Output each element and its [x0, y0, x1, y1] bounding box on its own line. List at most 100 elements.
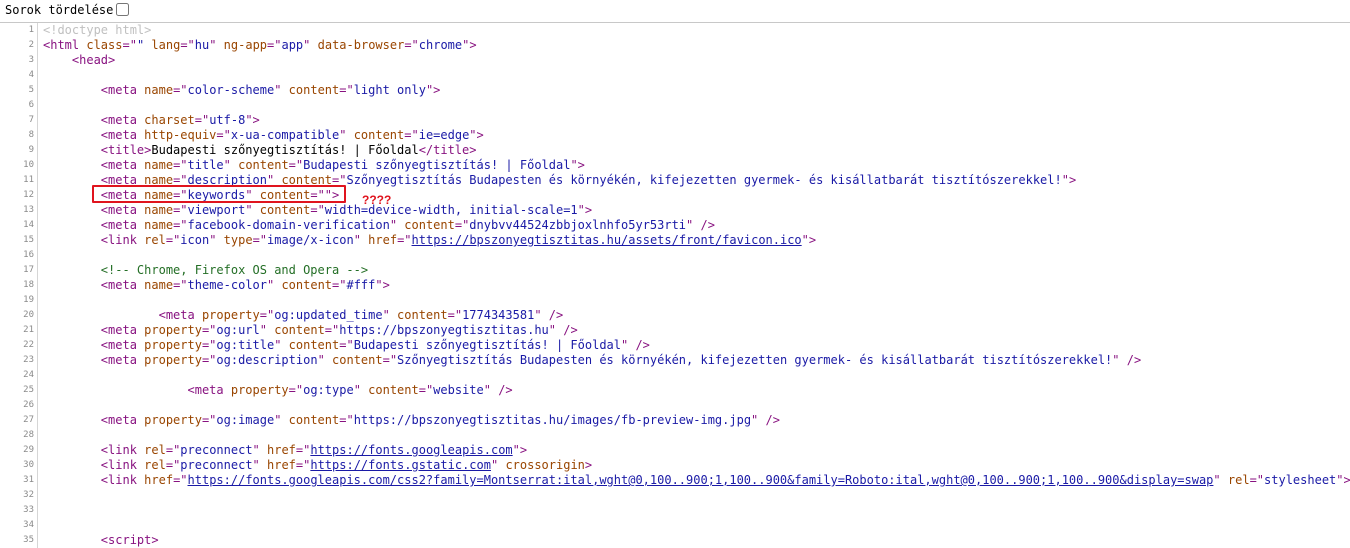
tag-token: ="	[397, 233, 412, 247]
tag-token: ="	[295, 458, 311, 472]
question-annotation: ????	[362, 193, 392, 207]
tag-token: ="	[295, 443, 311, 457]
attr-name-token: content	[288, 338, 340, 352]
link-token[interactable]: https://fonts.googleapis.com	[310, 443, 512, 457]
attr-value-token: og:image	[216, 413, 275, 427]
line-number: 6	[0, 98, 38, 113]
tag-token: ="	[382, 353, 398, 367]
tag-token: "	[259, 323, 275, 337]
attr-name-token: content	[281, 278, 333, 292]
wrap-lines-checkbox[interactable]	[116, 3, 130, 16]
tag-token: ">	[375, 278, 390, 292]
tag-token: "	[382, 308, 398, 322]
attr-name-token: name	[144, 203, 174, 217]
attr-name-token: rel	[144, 233, 166, 247]
attr-value-token: 1774343581	[462, 308, 535, 322]
code-line: 29 <link rel="preconnect" href="https://…	[0, 443, 1350, 458]
line-number: 33	[0, 503, 38, 518]
attr-name-token: name	[144, 218, 174, 232]
tag-token: <script>	[100, 533, 159, 547]
tag-token: ">	[1061, 173, 1077, 187]
tag-token: <meta	[158, 308, 202, 322]
line-content	[38, 368, 43, 383]
attr-value-token: preconnect	[180, 443, 253, 457]
tag-token: <title>	[100, 143, 152, 157]
line-content	[38, 293, 43, 308]
tag-token: ="	[339, 338, 354, 352]
code-line: 2 <html class="" lang="hu" ng-app="app" d…	[0, 38, 1350, 53]
tag-token: <head>	[71, 53, 116, 67]
attr-name-token: name	[144, 83, 174, 97]
tag-token: ">	[512, 443, 528, 457]
line-content	[38, 98, 43, 113]
wrap-lines-label: Sorok tördelése	[5, 3, 114, 17]
line-number: 5	[0, 83, 38, 98]
attr-name-token: content	[274, 323, 325, 337]
line-content: <meta http-equiv="x-ua-compatible" conte…	[38, 128, 484, 143]
source-code-view[interactable]: 1 <!doctype html> 2 <html class="" lang="hu…	[0, 23, 1350, 548]
tag-token: ="	[194, 113, 210, 127]
line-number: 22	[0, 338, 38, 353]
code-line: 9 <title>Budapesti szőnyegtisztítás! | F…	[0, 143, 1350, 158]
comment-token: <!-- Chrome, Firefox OS and Opera -->	[100, 263, 369, 277]
line-number: 25	[0, 383, 38, 398]
tag-token: "	[209, 233, 224, 247]
code-line: 26	[0, 398, 1350, 413]
attr-name-token: content	[353, 128, 405, 142]
tag-token: " />	[534, 308, 564, 322]
tag-token: ="	[332, 278, 347, 292]
line-number: 30	[0, 458, 38, 473]
attr-value-token: https://bpszonyegtisztitas.hu/images/fb-…	[353, 413, 752, 427]
attr-value-token: light only	[353, 83, 426, 97]
tag-token: ="	[173, 218, 188, 232]
attr-name-token: class	[86, 38, 123, 52]
tag-token: " />	[1112, 353, 1142, 367]
attr-value-token: #fff	[346, 278, 376, 292]
tag-token: ="	[180, 38, 195, 52]
tag-token: ="	[454, 218, 470, 232]
tag-token: ="	[122, 38, 137, 52]
line-number: 20	[0, 308, 38, 323]
tag-token: ="	[404, 38, 419, 52]
tag-token: "	[274, 413, 289, 427]
line-number: 27	[0, 413, 38, 428]
line-content: <!-- Chrome, Firefox OS and Opera -->	[38, 263, 368, 278]
line-number: 1	[0, 23, 38, 38]
code-line: 15 <link rel="icon" type="image/x-icon" …	[0, 233, 1350, 248]
tag-token: "	[389, 218, 405, 232]
tag-token: ="	[252, 233, 268, 247]
attr-value-token: dnybvv44524zbbjoxlnhfo5yr53rti	[469, 218, 687, 232]
attr-name-token: lang	[151, 38, 181, 52]
attr-name-token: name	[144, 158, 174, 172]
tag-token: <link	[100, 473, 145, 487]
line-number: 12	[0, 188, 38, 203]
attr-value-token: og:title	[216, 338, 275, 352]
attr-name-token: property	[144, 323, 202, 337]
line-number: 16	[0, 248, 38, 263]
line-content: <title>Budapesti szőnyegtisztítás! | Főo…	[38, 143, 477, 158]
code-line: 33	[0, 503, 1350, 518]
code-line: 16	[0, 248, 1350, 263]
tag-token: " />	[621, 338, 650, 352]
tag-token: ="	[201, 353, 217, 367]
tag-token: </title>	[418, 143, 477, 157]
line-number: 35	[0, 533, 38, 548]
line-content: <meta property="og:updated_time" content…	[38, 308, 564, 323]
tag-token: "	[252, 458, 267, 472]
attr-value-token: theme-color	[187, 278, 267, 292]
link-token[interactable]: https://fonts.gstatic.com	[310, 458, 491, 472]
tag-token: ="	[339, 83, 354, 97]
code-line: 23 <meta property="og:description" conte…	[0, 353, 1350, 368]
attr-name-token: rel	[1227, 473, 1250, 487]
link-token[interactable]: https://bpszonyegtisztitas.hu/assets/fro…	[412, 233, 802, 247]
link-token[interactable]: https://fonts.googleapis.com/css2?family…	[188, 473, 1214, 487]
attr-name-token: href	[267, 443, 296, 457]
attr-value-token: x-ua-compatible	[230, 128, 340, 142]
